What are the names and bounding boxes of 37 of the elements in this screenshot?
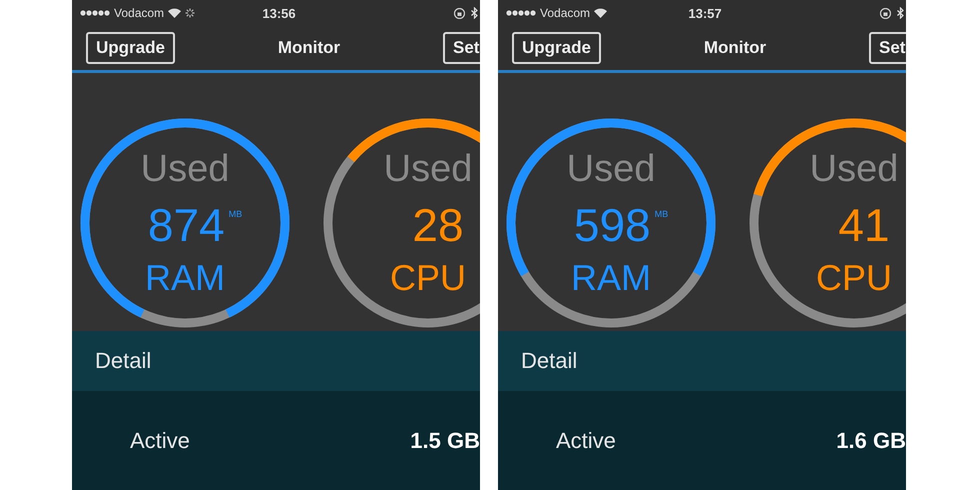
section-title: Detail	[95, 348, 152, 374]
gauge-label: CPU	[390, 257, 466, 299]
row-value: 1.6 GB	[836, 428, 906, 454]
screen-title: Monitor	[276, 38, 342, 58]
gauge-label: RAM	[145, 257, 225, 299]
gauge-value: 874	[148, 199, 225, 251]
signal-icon	[506, 10, 536, 16]
gauge-label: RAM	[571, 257, 651, 299]
bluetooth-icon	[897, 7, 904, 19]
row-label: Active	[130, 428, 190, 454]
gauge-label: CPU	[816, 257, 892, 299]
settings-button[interactable]: Set	[869, 32, 906, 64]
row-value: 1.5 GB	[410, 428, 480, 454]
gauge-caption: Used	[384, 147, 472, 191]
section-title: Detail	[521, 348, 578, 374]
gauge-value: 28	[412, 199, 464, 251]
rotation-lock-icon	[454, 8, 465, 18]
upgrade-button[interactable]: Upgrade	[86, 32, 175, 64]
status-time: 13:56	[262, 6, 296, 20]
row-label: Active	[556, 428, 616, 454]
screen-title: Monitor	[702, 38, 768, 58]
carrier-name: Vodacom	[114, 6, 164, 20]
gauge-caption: Used	[566, 147, 656, 191]
wifi-icon	[594, 8, 608, 18]
status-time: 13:57	[688, 6, 722, 20]
rotation-lock-icon	[880, 8, 891, 18]
signal-icon	[80, 10, 110, 16]
bluetooth-icon	[471, 7, 478, 19]
gauge-caption: Used	[810, 147, 898, 191]
gauge-caption: Used	[140, 147, 230, 191]
carrier-name: Vodacom	[540, 6, 590, 20]
unit-label: MB	[228, 209, 242, 219]
upgrade-button[interactable]: Upgrade	[512, 32, 601, 64]
unit-label: MB	[654, 209, 668, 219]
gauge-value: 41	[838, 199, 890, 251]
gauge-value: 598	[574, 199, 651, 251]
wifi-icon	[168, 8, 182, 18]
